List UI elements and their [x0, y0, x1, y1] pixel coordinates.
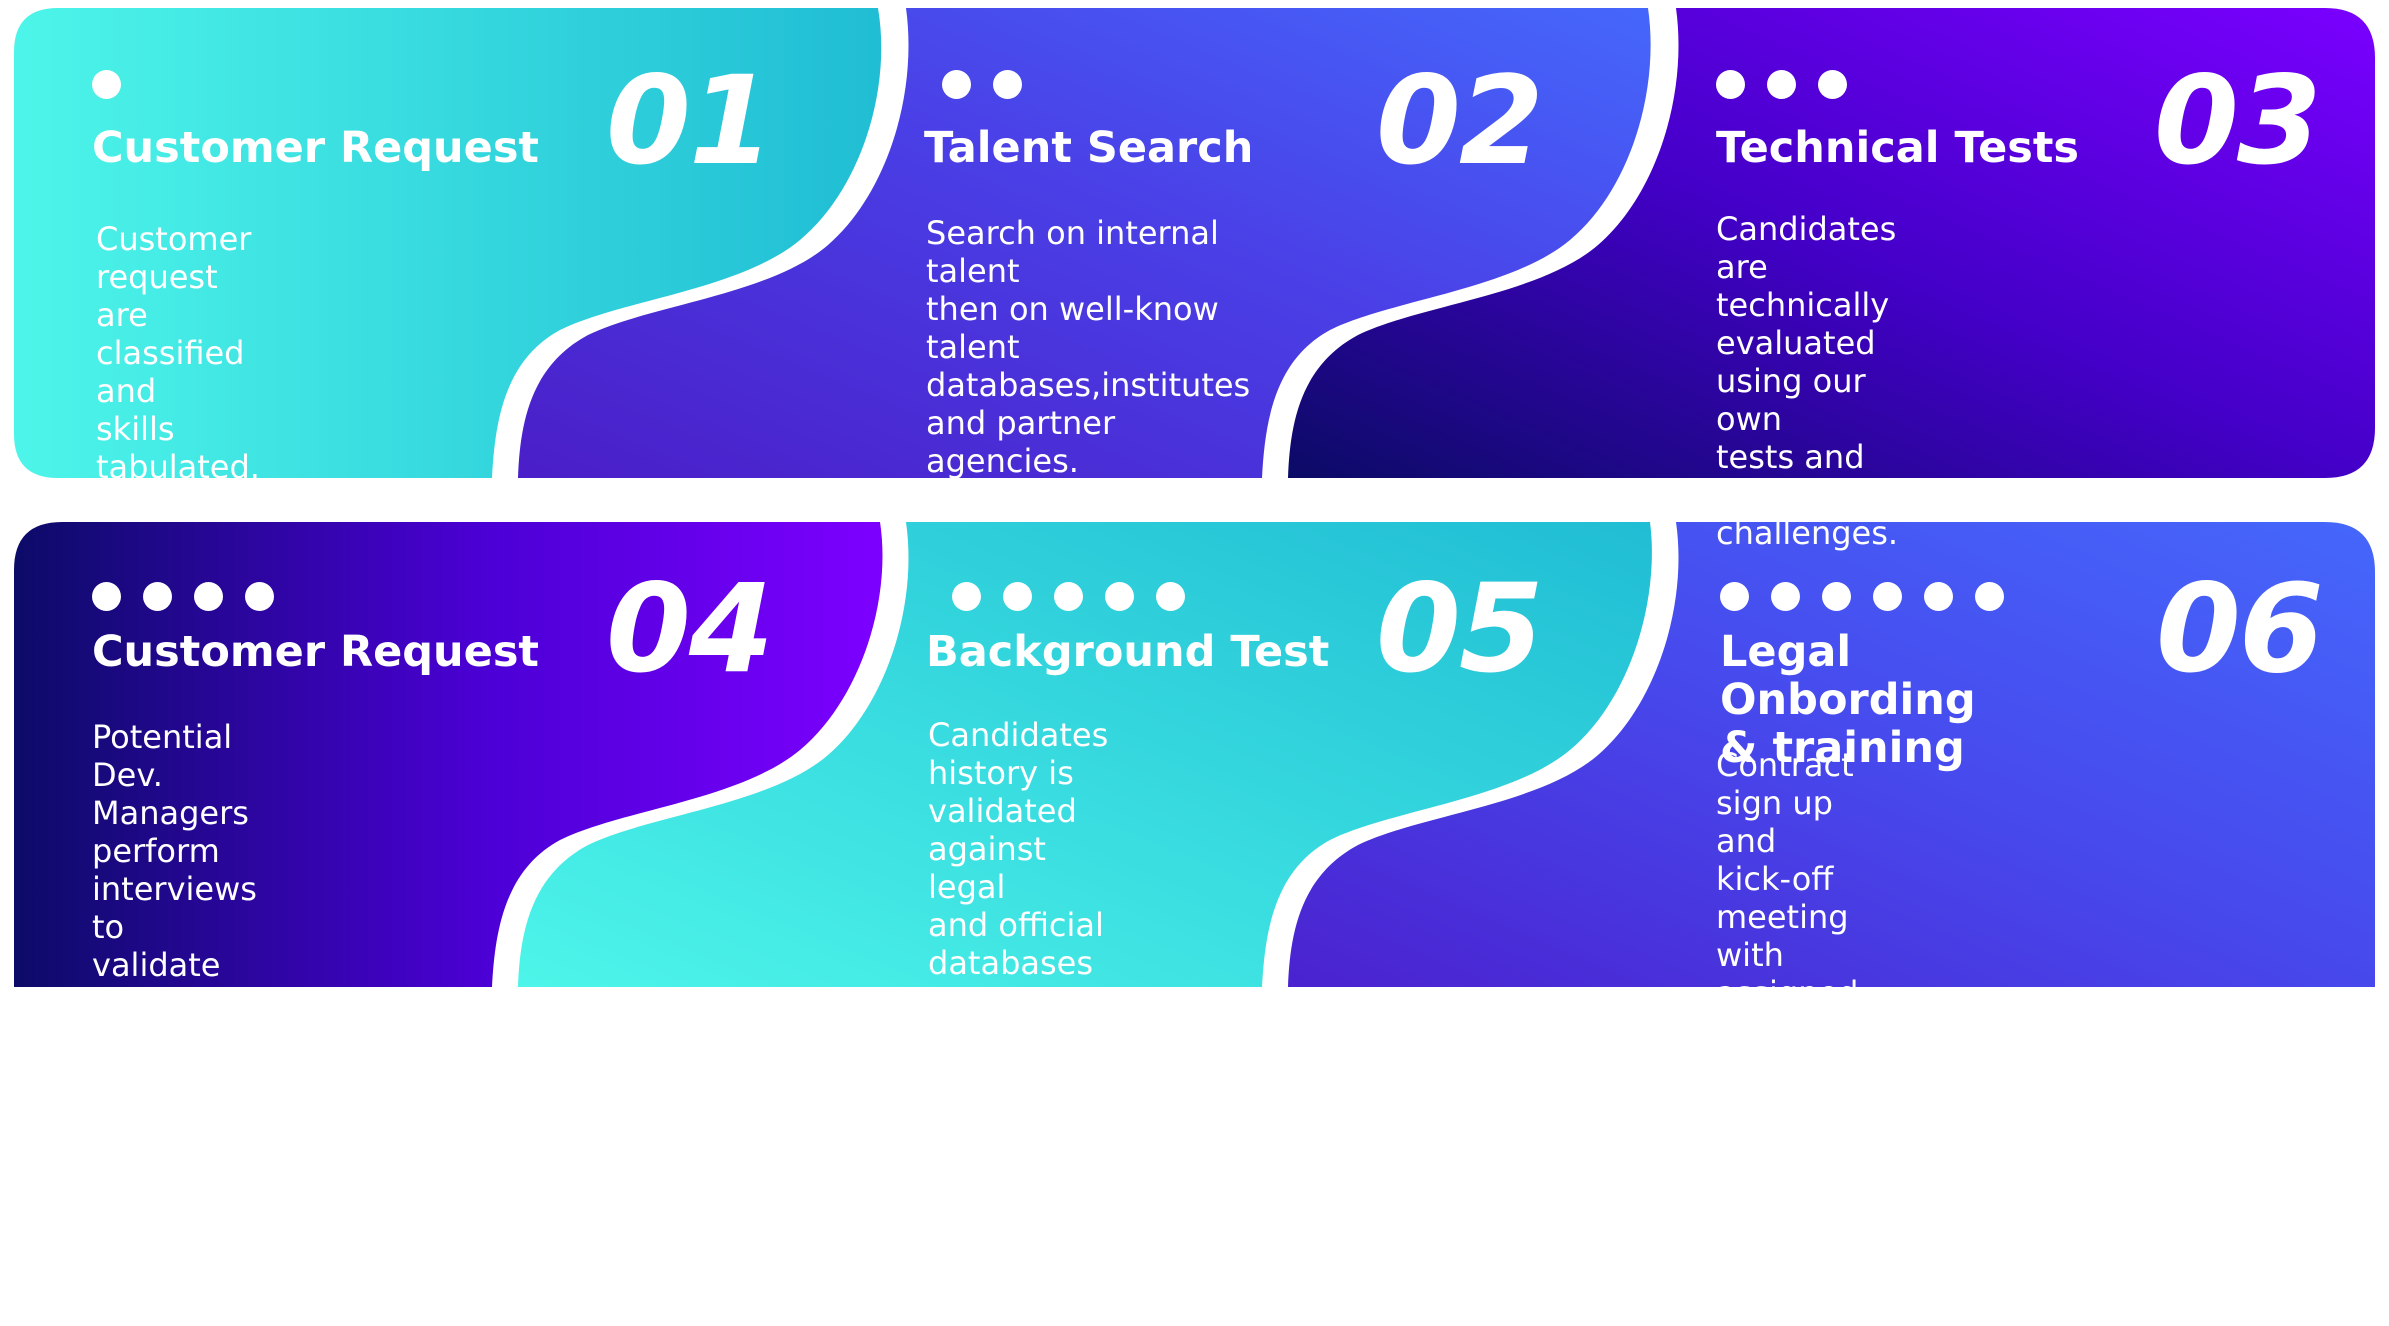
- step-dots: [92, 582, 274, 611]
- step-dot: [1873, 582, 1902, 611]
- step-dot: [92, 582, 121, 611]
- step-dot: [143, 582, 172, 611]
- step-dots: [1720, 582, 2004, 611]
- step-dot: [194, 582, 223, 611]
- step-description: Search on internal talent then on well-k…: [926, 214, 1251, 480]
- step-description: Potential Dev. Managers perform intervie…: [92, 718, 257, 1326]
- step-number: 04: [606, 558, 774, 700]
- step-dots: [1716, 70, 1847, 99]
- step-dot: [245, 582, 274, 611]
- step-description: Candidates history is validated against …: [928, 716, 1109, 1058]
- step-dots: [942, 70, 1022, 99]
- step-description: Customer request are classified and skil…: [96, 220, 260, 486]
- step-dot: [1771, 582, 1800, 611]
- step-dots: [952, 582, 1185, 611]
- step-dot: [1105, 582, 1134, 611]
- step-number: 02: [1376, 50, 1544, 192]
- step-title: Talent Search: [924, 123, 1254, 173]
- step-description: Candidates are technically evaluated usi…: [1716, 210, 1899, 552]
- step-dot: [1924, 582, 1953, 611]
- step-number: 06: [2156, 558, 2324, 700]
- step-title: Background Test: [926, 627, 1330, 677]
- step-title: Customer Request: [92, 627, 539, 677]
- step-number: 03: [2154, 50, 2322, 192]
- step-title: Customer Request: [92, 123, 539, 173]
- step-title: Technical Tests: [1716, 123, 2079, 173]
- step-dot: [1767, 70, 1796, 99]
- step-dot: [1054, 582, 1083, 611]
- step-dot: [1975, 582, 2004, 611]
- step-dot: [1156, 582, 1185, 611]
- step-description: Contract sign up and kick-off meeting wi…: [1716, 746, 1859, 1202]
- step-dot: [952, 582, 981, 611]
- step-dot: [942, 70, 971, 99]
- step-dot: [993, 70, 1022, 99]
- step-dot: [92, 70, 121, 99]
- step-dot: [1818, 70, 1847, 99]
- step-dots: [92, 70, 121, 99]
- step-dot: [1822, 582, 1851, 611]
- step-number: 01: [606, 50, 774, 192]
- step-dot: [1716, 70, 1745, 99]
- step-number: 05: [1376, 558, 1544, 700]
- step-dot: [1720, 582, 1749, 611]
- step-dot: [1003, 582, 1032, 611]
